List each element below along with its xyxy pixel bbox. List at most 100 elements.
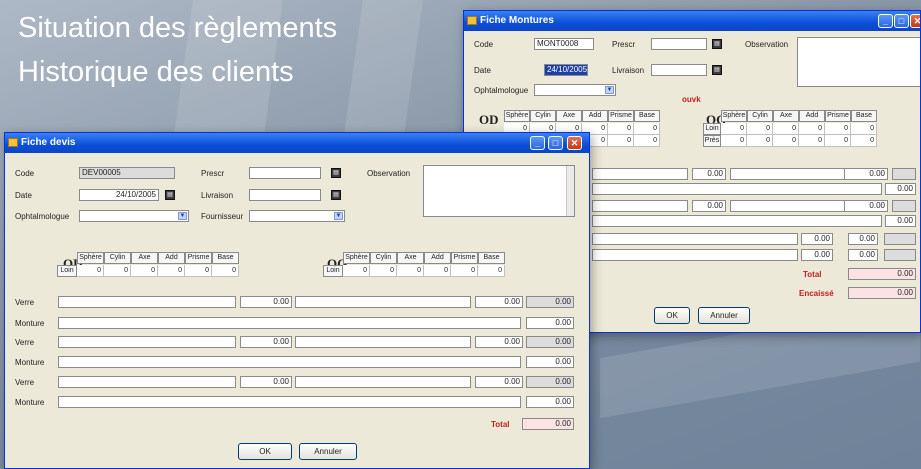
amount-field[interactable]: [592, 168, 688, 180]
column-header: Base: [212, 252, 239, 264]
amount-field[interactable]: 0.00: [885, 183, 916, 195]
window-title: Fiche Montures: [480, 15, 554, 26]
amount-field[interactable]: [892, 168, 916, 180]
amount-field: [884, 233, 916, 245]
prescr-lookup-icon[interactable]: ▤: [331, 168, 341, 178]
date-calendar-icon[interactable]: ▤: [165, 190, 175, 200]
line-amount-field[interactable]: 0.00: [475, 336, 523, 348]
prescr-lookup-icon[interactable]: ▤: [712, 39, 722, 49]
fiche-devis-titlebar: Fiche devis _ □ ✕: [5, 133, 589, 153]
grid-cell[interactable]: 0: [825, 123, 851, 135]
line-amount-field[interactable]: 0.00: [475, 376, 523, 388]
ophtalmologue-label: Ophtalmologue: [15, 212, 70, 221]
grid-cell[interactable]: 0: [104, 265, 131, 277]
amount-field[interactable]: [592, 200, 688, 212]
ophtalmologue-select[interactable]: ▼: [534, 84, 616, 96]
line-amount-field[interactable]: 0.00: [475, 296, 523, 308]
line-description-field[interactable]: [58, 396, 521, 408]
amount-field[interactable]: 0.00: [692, 168, 726, 180]
annuler-button[interactable]: Annuler: [698, 307, 750, 324]
amount-field[interactable]: 0.00: [692, 200, 726, 212]
amount-field[interactable]: [592, 215, 882, 227]
observation-field[interactable]: [797, 37, 920, 87]
grid-cell[interactable]: 0: [424, 265, 451, 277]
livraison-calendar-icon[interactable]: ▤: [331, 190, 341, 200]
grid-cell[interactable]: 0: [721, 135, 747, 147]
line-description-field[interactable]: [295, 336, 471, 348]
grid-cell[interactable]: 0: [721, 123, 747, 135]
grid-cell[interactable]: 0: [773, 123, 799, 135]
line-description-field[interactable]: [58, 356, 521, 368]
minimize-button[interactable]: _: [878, 14, 893, 28]
livraison-field[interactable]: [249, 189, 321, 201]
line-description-field[interactable]: [58, 336, 236, 348]
amount-field[interactable]: 0.00: [844, 168, 888, 180]
date-field[interactable]: 24/10/2005: [544, 64, 588, 76]
close-button[interactable]: ✕: [910, 14, 920, 28]
line-field[interactable]: [592, 233, 798, 245]
grid-cell[interactable]: 0: [185, 265, 212, 277]
ophtalmologue-select[interactable]: ▼: [79, 210, 189, 222]
prescr-field[interactable]: [249, 167, 321, 179]
encaisse-field: 0.00: [848, 287, 916, 299]
grid-cell[interactable]: 0: [825, 135, 851, 147]
amount-field[interactable]: 0.00: [844, 200, 888, 212]
livraison-calendar-icon[interactable]: ▤: [712, 65, 722, 75]
maximize-button[interactable]: □: [894, 14, 909, 28]
close-button[interactable]: ✕: [567, 136, 582, 150]
grid-cell[interactable]: 0: [799, 135, 825, 147]
amount-field[interactable]: [892, 200, 916, 212]
ok-button[interactable]: OK: [654, 307, 690, 324]
grid-cell[interactable]: 0: [773, 135, 799, 147]
grid-cell[interactable]: 0: [478, 265, 505, 277]
amount-field[interactable]: [592, 183, 882, 195]
line-label: Monture: [15, 398, 45, 407]
line-amount-field[interactable]: 0.00: [240, 296, 292, 308]
grid-cell[interactable]: 0: [608, 135, 634, 147]
line-description-field[interactable]: [58, 376, 236, 388]
observation-label: Observation: [745, 40, 789, 49]
grid-cell[interactable]: 0: [370, 265, 397, 277]
grid-cell[interactable]: 0: [158, 265, 185, 277]
minimize-button[interactable]: _: [530, 136, 545, 150]
grid-cell[interactable]: 0: [634, 123, 660, 135]
grid-cell[interactable]: 0: [212, 265, 239, 277]
line-amount-field[interactable]: 0.00: [240, 336, 292, 348]
ok-button[interactable]: OK: [238, 443, 292, 460]
fournisseur-select[interactable]: ▼: [249, 210, 345, 222]
line-label: Verre: [15, 298, 35, 307]
grid-cell[interactable]: 0: [851, 135, 877, 147]
line-description-field[interactable]: [58, 296, 236, 308]
amount-field[interactable]: 0.00: [885, 215, 916, 227]
maximize-button[interactable]: □: [548, 136, 563, 150]
grid-cell[interactable]: 0: [343, 265, 370, 277]
line-amount-field[interactable]: 0.00: [240, 376, 292, 388]
observation-scrollbar[interactable]: [566, 166, 574, 216]
grid-cell[interactable]: 0: [747, 135, 773, 147]
grid-cell[interactable]: 0: [747, 123, 773, 135]
line-description-field[interactable]: [295, 376, 471, 388]
date-field[interactable]: 24/10/2005: [79, 189, 159, 201]
grid-cell[interactable]: 0: [634, 135, 660, 147]
small-amount-field[interactable]: 0.00: [848, 233, 878, 245]
small-amount-field[interactable]: 0.00: [801, 233, 833, 245]
code-field[interactable]: DEV00005: [79, 167, 175, 179]
small-amount-field[interactable]: 0.00: [801, 249, 833, 261]
observation-label: Observation: [367, 169, 411, 178]
grid-cell[interactable]: 0: [451, 265, 478, 277]
grid-cell[interactable]: 0: [397, 265, 424, 277]
code-field[interactable]: MONT0008: [534, 38, 594, 50]
grid-cell[interactable]: 0: [131, 265, 158, 277]
line-field[interactable]: [592, 249, 798, 261]
livraison-field[interactable]: [651, 64, 707, 76]
observation-field[interactable]: [423, 165, 575, 217]
grid-cell[interactable]: 0: [77, 265, 104, 277]
line-description-field[interactable]: [295, 296, 471, 308]
grid-cell[interactable]: 0: [851, 123, 877, 135]
grid-cell[interactable]: 0: [799, 123, 825, 135]
prescr-field[interactable]: [651, 38, 707, 50]
grid-cell[interactable]: 0: [608, 123, 634, 135]
small-amount-field[interactable]: 0.00: [848, 249, 878, 261]
annuler-button[interactable]: Annuler: [299, 443, 357, 460]
line-description-field[interactable]: [58, 317, 521, 329]
